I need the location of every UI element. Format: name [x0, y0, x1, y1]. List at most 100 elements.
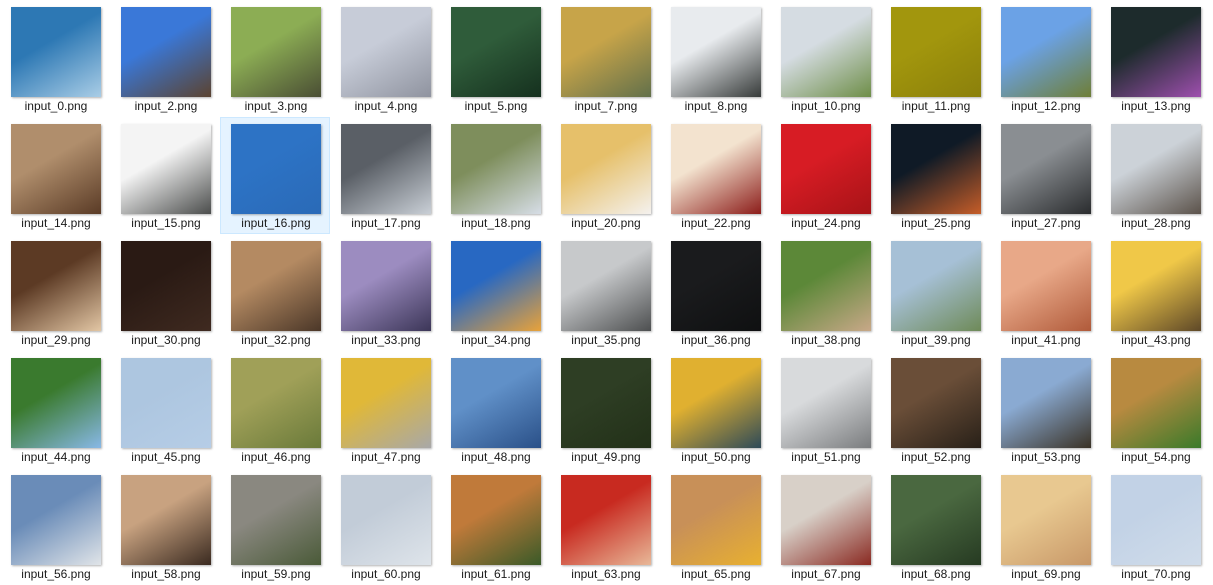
file-item[interactable]: input_7.png	[550, 0, 660, 117]
image-thumbnail	[121, 358, 211, 448]
file-item[interactable]: input_5.png	[440, 0, 550, 117]
file-item[interactable]: input_27.png	[990, 117, 1100, 234]
file-item[interactable]: input_36.png	[660, 234, 770, 351]
file-item[interactable]: input_68.png	[880, 468, 990, 585]
file-item[interactable]: input_52.png	[880, 351, 990, 468]
file-item[interactable]: input_51.png	[770, 351, 880, 468]
image-thumbnail	[451, 358, 541, 448]
image-thumbnail	[231, 358, 321, 448]
image-thumbnail	[1111, 358, 1201, 448]
file-name-label: input_25.png	[901, 216, 971, 230]
file-item[interactable]: input_18.png	[440, 117, 550, 234]
image-thumbnail	[11, 358, 101, 448]
image-thumbnail	[1001, 7, 1091, 97]
file-item[interactable]: input_15.png	[110, 117, 220, 234]
file-item[interactable]: input_8.png	[660, 0, 770, 117]
image-thumbnail	[1111, 241, 1201, 331]
file-item[interactable]: input_3.png	[220, 0, 330, 117]
file-item[interactable]: input_11.png	[880, 0, 990, 117]
file-item[interactable]: input_16.png	[220, 117, 330, 234]
image-thumbnail	[671, 7, 761, 97]
file-item[interactable]: input_48.png	[440, 351, 550, 468]
file-item[interactable]: input_44.png	[0, 351, 110, 468]
file-item[interactable]: input_14.png	[0, 117, 110, 234]
file-item[interactable]: input_33.png	[330, 234, 440, 351]
file-name-label: input_60.png	[351, 567, 421, 581]
file-item[interactable]: input_65.png	[660, 468, 770, 585]
file-name-label: input_53.png	[1011, 450, 1081, 464]
image-thumbnail	[1001, 475, 1091, 565]
file-name-label: input_3.png	[244, 99, 308, 113]
file-item[interactable]: input_53.png	[990, 351, 1100, 468]
file-name-label: input_10.png	[791, 99, 861, 113]
image-thumbnail	[121, 7, 211, 97]
file-item[interactable]: input_22.png	[660, 117, 770, 234]
image-thumbnail	[671, 358, 761, 448]
file-name-label: input_67.png	[791, 567, 861, 581]
file-name-label: input_13.png	[1121, 99, 1191, 113]
file-item[interactable]: input_63.png	[550, 468, 660, 585]
file-item[interactable]: input_32.png	[220, 234, 330, 351]
image-thumbnail	[561, 7, 651, 97]
image-thumbnail	[341, 124, 431, 214]
file-item[interactable]: input_13.png	[1100, 0, 1210, 117]
file-item[interactable]: input_4.png	[330, 0, 440, 117]
file-item[interactable]: input_47.png	[330, 351, 440, 468]
file-name-label: input_16.png	[241, 216, 311, 230]
image-thumbnail	[561, 358, 651, 448]
image-thumbnail	[451, 241, 541, 331]
image-thumbnail	[451, 7, 541, 97]
image-thumbnail	[341, 241, 431, 331]
file-name-label: input_29.png	[21, 333, 91, 347]
file-item[interactable]: input_59.png	[220, 468, 330, 585]
file-name-label: input_14.png	[21, 216, 91, 230]
file-item[interactable]: input_67.png	[770, 468, 880, 585]
file-item[interactable]: input_60.png	[330, 468, 440, 585]
image-thumbnail	[341, 7, 431, 97]
file-item[interactable]: input_50.png	[660, 351, 770, 468]
file-item[interactable]: input_56.png	[0, 468, 110, 585]
file-item[interactable]: input_10.png	[770, 0, 880, 117]
image-thumbnail	[1111, 475, 1201, 565]
file-item[interactable]: input_25.png	[880, 117, 990, 234]
file-item[interactable]: input_12.png	[990, 0, 1100, 117]
file-item[interactable]: input_0.png	[0, 0, 110, 117]
file-grid: input_0.png input_2.png input_3.png input_4…	[0, 0, 1213, 585]
file-item[interactable]: input_70.png	[1100, 468, 1210, 585]
image-thumbnail	[231, 7, 321, 97]
image-thumbnail	[671, 475, 761, 565]
file-item[interactable]: input_24.png	[770, 117, 880, 234]
file-item[interactable]: input_43.png	[1100, 234, 1210, 351]
file-name-label: input_59.png	[241, 567, 311, 581]
file-item[interactable]: input_29.png	[0, 234, 110, 351]
file-item[interactable]: input_17.png	[330, 117, 440, 234]
file-item[interactable]: input_58.png	[110, 468, 220, 585]
file-item[interactable]: input_34.png	[440, 234, 550, 351]
file-item[interactable]: input_30.png	[110, 234, 220, 351]
file-name-label: input_49.png	[571, 450, 641, 464]
file-item[interactable]: input_45.png	[110, 351, 220, 468]
file-item[interactable]: input_2.png	[110, 0, 220, 117]
file-item[interactable]: input_28.png	[1100, 117, 1210, 234]
image-thumbnail	[1001, 124, 1091, 214]
file-name-label: input_20.png	[571, 216, 641, 230]
file-item[interactable]: input_54.png	[1100, 351, 1210, 468]
file-name-label: input_61.png	[461, 567, 531, 581]
image-thumbnail	[11, 124, 101, 214]
file-name-label: input_48.png	[461, 450, 531, 464]
file-name-label: input_28.png	[1121, 216, 1191, 230]
file-item[interactable]: input_20.png	[550, 117, 660, 234]
file-name-label: input_65.png	[681, 567, 751, 581]
image-thumbnail	[781, 241, 871, 331]
file-item[interactable]: input_49.png	[550, 351, 660, 468]
file-name-label: input_12.png	[1011, 99, 1081, 113]
file-item[interactable]: input_69.png	[990, 468, 1100, 585]
file-item[interactable]: input_61.png	[440, 468, 550, 585]
file-name-label: input_0.png	[24, 99, 88, 113]
file-item[interactable]: input_38.png	[770, 234, 880, 351]
file-item[interactable]: input_46.png	[220, 351, 330, 468]
file-item[interactable]: input_39.png	[880, 234, 990, 351]
image-thumbnail	[891, 358, 981, 448]
file-item[interactable]: input_41.png	[990, 234, 1100, 351]
file-item[interactable]: input_35.png	[550, 234, 660, 351]
